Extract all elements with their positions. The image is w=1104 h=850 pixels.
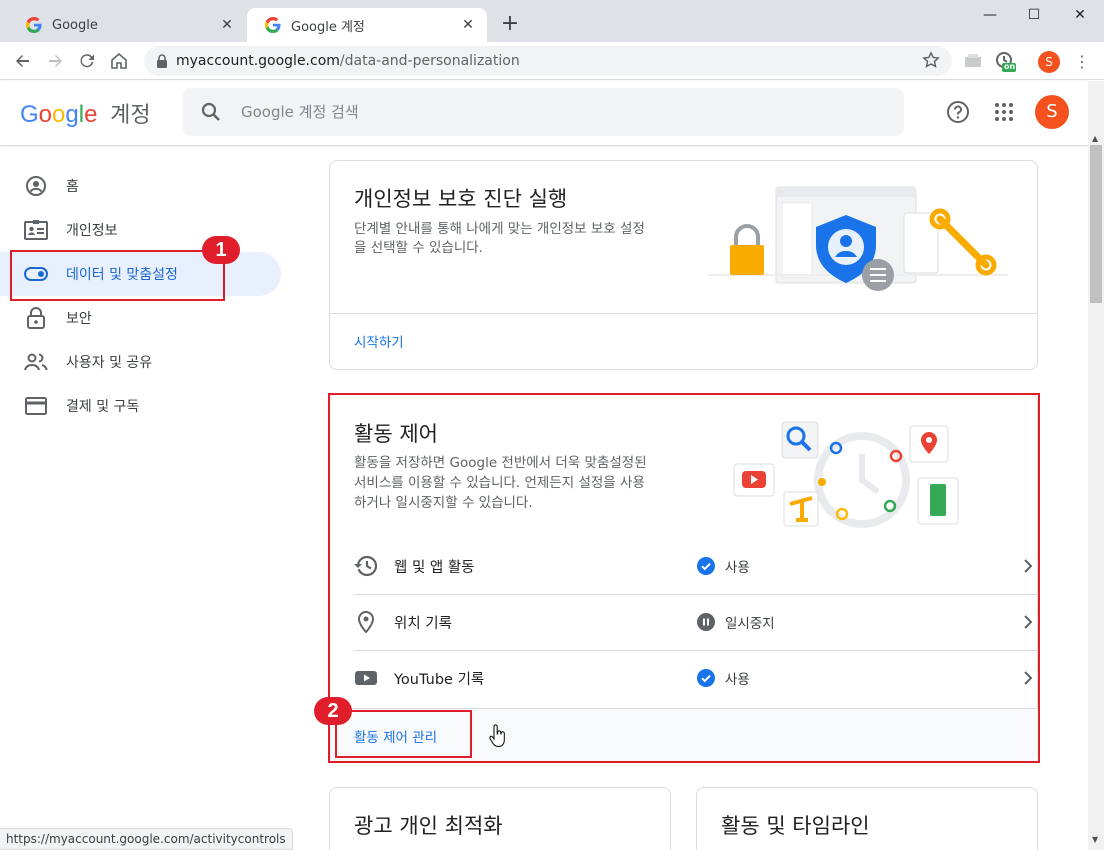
card-title: 광고 개인 최적화 — [354, 814, 503, 838]
url-host: myaccount.google.com — [176, 53, 340, 69]
annotation-highlight-activity-card — [328, 393, 1040, 763]
account-circle-icon — [24, 174, 48, 198]
avatar[interactable]: S — [1035, 95, 1069, 129]
id-card-icon — [24, 218, 48, 242]
sidebar-item-home[interactable]: 홈 — [0, 164, 281, 208]
home-icon[interactable] — [108, 50, 130, 72]
annotation-highlight-sidebar — [10, 250, 225, 301]
tab-title: Google — [52, 17, 98, 33]
sidebar-item-label: 사용자 및 공유 — [66, 355, 153, 371]
tab-google-account[interactable]: Google 계정 ✕ — [247, 8, 487, 42]
browser-toolbar: myaccount.google.com/data-and-personaliz… — [0, 42, 1104, 80]
sidebar-item-label: 보안 — [66, 311, 92, 327]
ad-personalization-card[interactable]: 광고 개인 최적화 — [329, 787, 671, 850]
sidebar-item-label: 개인정보 — [66, 223, 118, 239]
card-title: 활동 및 타임라인 — [721, 814, 870, 838]
bookmark-star-icon[interactable] — [922, 51, 940, 69]
scroll-up-icon[interactable]: ▲ — [1092, 134, 1098, 143]
annotation-badge-2: 2 — [314, 697, 352, 725]
close-icon[interactable]: ✕ — [1065, 4, 1095, 26]
extension-clock-icon[interactable]: on — [994, 50, 1016, 72]
start-checkup-link[interactable]: 시작하기 — [354, 331, 404, 351]
logo-suffix: 계정 — [110, 102, 151, 127]
people-icon — [24, 350, 48, 374]
account-search[interactable] — [183, 88, 904, 136]
tab-google[interactable]: Google ✕ — [8, 8, 246, 42]
credit-card-icon — [24, 394, 48, 418]
tab-title: Google 계정 — [291, 19, 365, 35]
extension-badge: on — [1004, 62, 1016, 71]
new-tab-button[interactable]: + — [498, 12, 522, 36]
logo-letter: o — [52, 101, 66, 128]
scrollbar[interactable]: ▲ ▼ — [1088, 81, 1104, 850]
more-vert-icon[interactable]: ⋮ — [1074, 52, 1090, 72]
browser-profile-avatar[interactable]: S — [1038, 51, 1060, 73]
sidebar-item-people-sharing[interactable]: 사용자 및 공유 — [0, 340, 281, 384]
reload-icon[interactable] — [76, 50, 98, 72]
google-g-icon — [265, 17, 281, 33]
close-icon[interactable]: ✕ — [218, 16, 236, 34]
logo-letter: g — [65, 101, 79, 128]
annotation-badge-1: 1 — [202, 236, 240, 264]
scroll-down-icon[interactable]: ▼ — [1092, 835, 1098, 844]
activity-timeline-card[interactable]: 활동 및 타임라인 — [696, 787, 1038, 850]
logo-letter: G — [20, 101, 39, 128]
annotation-highlight-manage-link — [335, 710, 472, 758]
help-icon[interactable] — [946, 100, 970, 124]
close-icon[interactable]: ✕ — [459, 16, 477, 34]
google-g-icon — [26, 17, 42, 33]
card-description: 단계별 안내를 통해 나에게 맞는 개인정보 보호 설정 — [354, 221, 645, 237]
google-account-logo[interactable]: Google 계정 — [20, 97, 151, 129]
minimize-icon[interactable]: — — [975, 4, 1005, 26]
lock-icon — [157, 54, 167, 68]
sidebar-item-label: 홈 — [66, 179, 79, 195]
card-description: 을 선택할 수 있습니다. — [354, 240, 483, 256]
url-path: /data-and-personalization — [339, 53, 520, 69]
sidebar-item-security[interactable]: 보안 — [0, 296, 281, 340]
hand-cursor-icon — [489, 724, 505, 748]
scrollbar-thumb[interactable] — [1090, 145, 1102, 303]
address-bar[interactable]: myaccount.google.com/data-and-personaliz… — [144, 46, 952, 76]
logo-letter: e — [84, 101, 98, 128]
account-header: Google 계정 S — [0, 81, 1088, 145]
logo-letter: o — [38, 101, 53, 128]
forward-icon[interactable] — [44, 50, 66, 72]
lock-icon — [24, 306, 48, 330]
google-logo: Google — [20, 101, 104, 128]
search-input[interactable] — [241, 103, 841, 121]
extension-icon[interactable] — [962, 50, 984, 72]
status-url-bar: https://myaccount.google.com/activitycon… — [0, 828, 293, 850]
privacy-checkup-card: 개인정보 보호 진단 실행 단계별 안내를 통해 나에게 맞는 개인정보 보호 … — [329, 160, 1038, 370]
privacy-shield-illustration — [708, 186, 1008, 291]
divider — [330, 313, 1037, 314]
sidebar-item-label: 결제 및 구독 — [66, 399, 140, 415]
apps-grid-icon[interactable] — [992, 100, 1016, 124]
maximize-icon[interactable]: ☐ — [1019, 4, 1049, 26]
search-icon — [201, 102, 220, 121]
sidebar-item-payments[interactable]: 결제 및 구독 — [0, 384, 281, 428]
tab-strip: Google ✕ Google 계정 ✕ + — ☐ ✕ — [0, 0, 1104, 42]
back-icon[interactable] — [12, 50, 34, 72]
card-title: 개인정보 보호 진단 실행 — [354, 187, 568, 211]
